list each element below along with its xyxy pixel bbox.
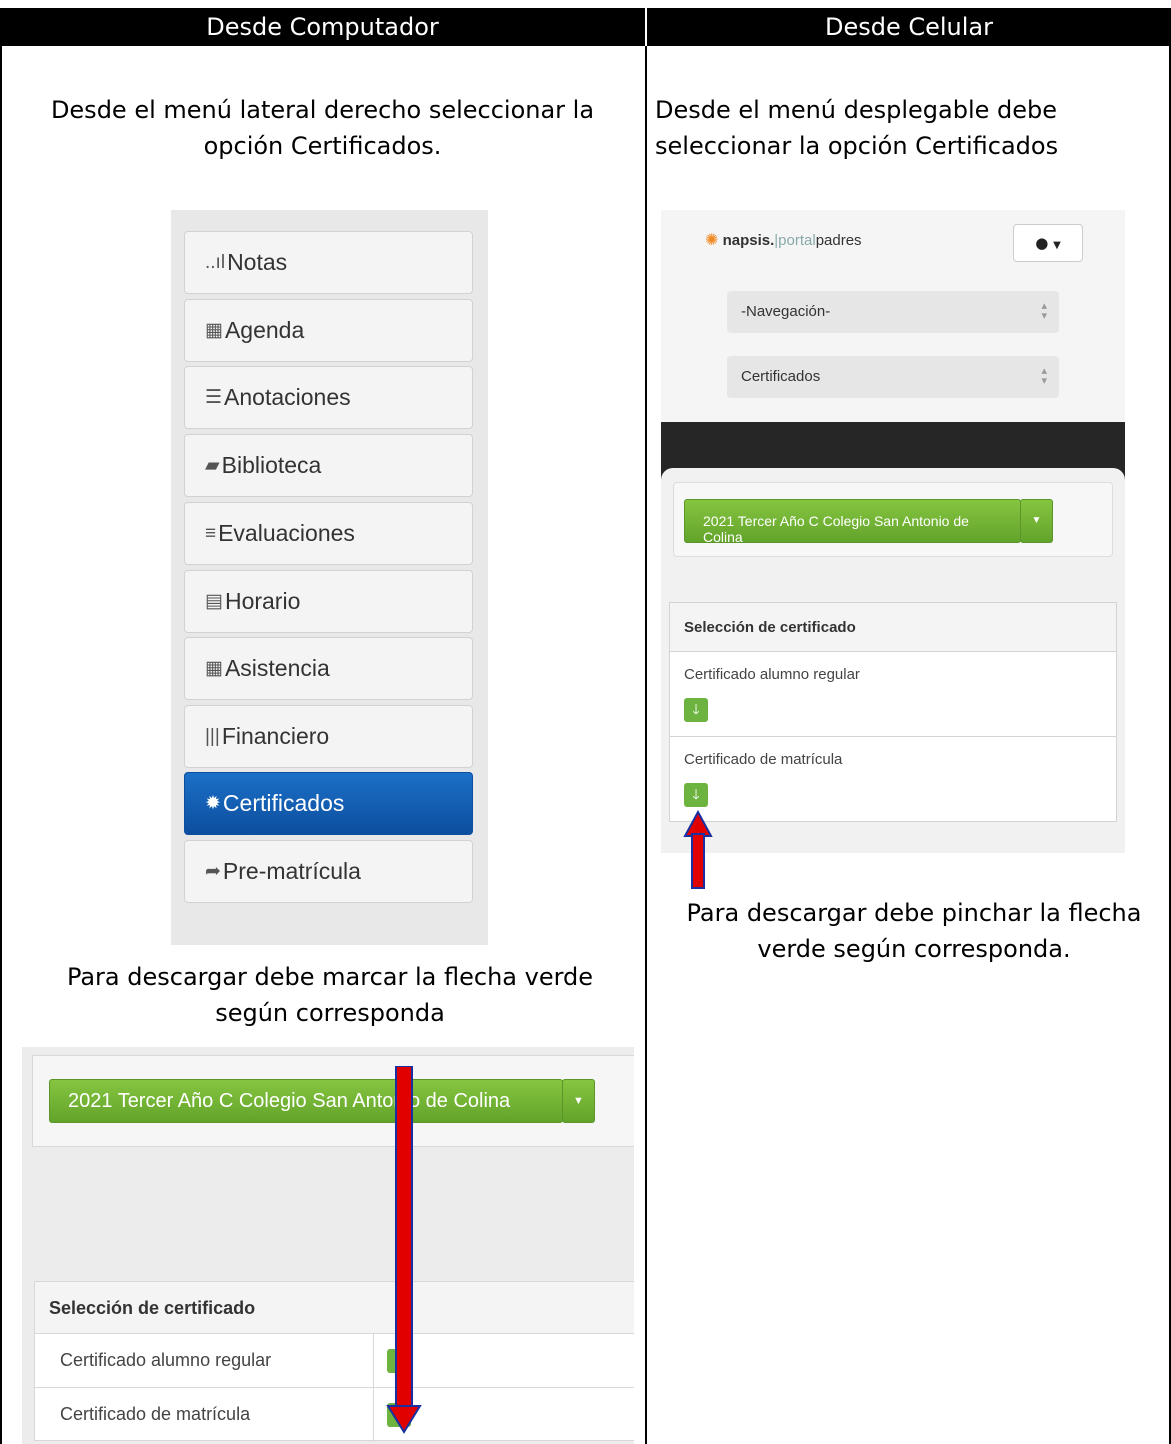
sun-logo-icon: ✺ bbox=[705, 232, 719, 249]
download-arrow-button[interactable]: 🡓 bbox=[684, 698, 708, 722]
table-header: Selección de certificado bbox=[670, 603, 1116, 652]
select-value: Certificados bbox=[741, 368, 821, 385]
section-select[interactable]: Certificados ▴ ▾ bbox=[727, 356, 1059, 398]
menu-item-biblioteca[interactable]: ▰ Biblioteca bbox=[184, 434, 473, 497]
menu-item-label: Certificados bbox=[222, 790, 345, 816]
certificate-name: Certificado de matrícula bbox=[60, 1404, 251, 1424]
red-arrow-up bbox=[683, 810, 713, 889]
select-value: -Navegación- bbox=[741, 303, 831, 320]
caret-down-icon: ▼ bbox=[1031, 515, 1042, 526]
menu-item-evaluaciones[interactable]: ≡ Evaluaciones bbox=[184, 502, 473, 565]
caret-down-icon: ▼ bbox=[1053, 240, 1061, 251]
column-header-mobile: Desde Celular bbox=[647, 8, 1171, 46]
certificate-table: Selección de certificado Certificado alu… bbox=[34, 1281, 634, 1442]
menu-item-agenda[interactable]: ▦ Agenda bbox=[184, 299, 473, 362]
table-row: Certificado alumno regular bbox=[35, 1334, 634, 1388]
menu-item-asistencia[interactable]: ▦ Asistencia bbox=[184, 637, 473, 700]
menu-item-label: Notas bbox=[227, 249, 288, 275]
list-icon: ☰ bbox=[205, 387, 223, 408]
menu-item-label: Pre-matrícula bbox=[222, 858, 361, 884]
column-header-computer: Desde Computador bbox=[0, 8, 645, 46]
menu-item-label: Evaluaciones bbox=[218, 520, 355, 546]
mobile-content-card: 2021 Tercer Año C Colegio San Antonio de… bbox=[661, 468, 1125, 853]
sidebar-menu-screenshot: ..ıl Notas ▦ Agenda ☰ Anotaciones ▰ Bibl… bbox=[171, 210, 488, 945]
computer-instruction-download: Para descargar debe marcar la flecha ver… bbox=[66, 963, 594, 1027]
mobile-header: ✺ napsis.|portalpadres ● ▼ -Navegación- … bbox=[661, 210, 1125, 422]
user-menu-button[interactable]: ● ▼ bbox=[1013, 224, 1083, 262]
certificate-name: Certificado de matrícula bbox=[684, 751, 843, 768]
menu-item-label: Anotaciones bbox=[224, 384, 351, 410]
signal-bars-icon: ..ıl bbox=[205, 251, 226, 273]
desktop-certificates-screenshot: 2021 Tercer Año C Colegio San Antonio de… bbox=[22, 1047, 634, 1444]
course-button-label: 2021 Tercer Año C Colegio San Antonio de… bbox=[703, 513, 969, 545]
instruction-table: Desde Computador Desde Celular Desde el … bbox=[0, 0, 1171, 1444]
course-dropdown-toggle[interactable]: ▼ bbox=[1020, 499, 1053, 543]
menu-item-financiero[interactable]: ||| Financiero bbox=[184, 705, 473, 768]
napsis-logo: ✺ napsis.|portalpadres bbox=[705, 232, 862, 249]
caret-down-icon: ▼ bbox=[573, 1095, 584, 1107]
menu-item-anotaciones[interactable]: ☰ Anotaciones bbox=[184, 366, 473, 429]
menu-item-horario[interactable]: ▤ Horario bbox=[184, 570, 473, 633]
list-lines-icon: ≡ bbox=[205, 522, 217, 544]
menu-item-label: Asistencia bbox=[224, 655, 330, 681]
schedule-icon: ▤ bbox=[205, 591, 223, 612]
menu-item-label: Agenda bbox=[224, 317, 305, 343]
column-separator bbox=[373, 1334, 374, 1442]
user-icon: ● bbox=[1035, 234, 1049, 252]
menu-item-label: Horario bbox=[224, 588, 301, 614]
table-column-divider bbox=[645, 46, 647, 1444]
share-arrow-icon: ➦ bbox=[205, 861, 221, 882]
table-row: Certificado de matrícula bbox=[35, 1388, 634, 1442]
red-arrow-down bbox=[386, 1066, 422, 1434]
select-arrows-icon: ▴ ▾ bbox=[1041, 300, 1047, 322]
table-row: Certificado de matrícula 🡓 bbox=[670, 737, 1116, 822]
menu-item-label: Biblioteca bbox=[221, 452, 322, 478]
book-icon: ▰ bbox=[205, 455, 220, 476]
download-arrow-button[interactable]: 🡓 bbox=[684, 783, 708, 807]
calendar-icon: ▦ bbox=[205, 658, 223, 679]
navigation-select[interactable]: -Navegación- ▴ ▾ bbox=[727, 291, 1059, 333]
menu-item-label: Financiero bbox=[221, 723, 330, 749]
table-header: Selección de certificado bbox=[35, 1282, 634, 1334]
course-button-label: 2021 Tercer Año C Colegio San Antonio de… bbox=[68, 1090, 511, 1112]
certificate-name: Certificado alumno regular bbox=[684, 666, 860, 683]
course-selector-bar: 2021 Tercer Año C Colegio San Antonio de… bbox=[673, 482, 1113, 557]
barcode-icon: ||| bbox=[205, 725, 220, 747]
table-row: Certificado alumno regular 🡓 bbox=[670, 652, 1116, 737]
table-border-left bbox=[0, 46, 2, 1444]
certificate-table: Selección de certificado Certificado alu… bbox=[669, 602, 1117, 822]
menu-item-notas[interactable]: ..ıl Notas bbox=[184, 231, 473, 294]
certificate-icon: ✹ bbox=[205, 793, 221, 814]
course-button[interactable]: 2021 Tercer Año C Colegio San Antonio de… bbox=[684, 499, 1021, 545]
computer-instruction-menu: Desde el menú lateral derecho selecciona… bbox=[50, 96, 595, 160]
grid-icon: ▦ bbox=[205, 320, 223, 341]
course-dropdown-toggle[interactable]: ▼ bbox=[562, 1079, 595, 1123]
course-selector-bar: 2021 Tercer Año C Colegio San Antonio de… bbox=[32, 1055, 634, 1147]
mobile-instruction-menu: Desde el menú desplegable debe seleccion… bbox=[655, 96, 1059, 160]
mobile-screenshot: ✺ napsis.|portalpadres ● ▼ -Navegación- … bbox=[661, 210, 1125, 853]
menu-item-certificados[interactable]: ✹ Certificados bbox=[184, 772, 473, 835]
menu-item-prematricula[interactable]: ➦ Pre-matrícula bbox=[184, 840, 473, 903]
mobile-instruction-download: Para descargar debe pinchar la flecha ve… bbox=[686, 899, 1142, 963]
select-arrows-icon: ▴ ▾ bbox=[1041, 365, 1047, 387]
certificate-name: Certificado alumno regular bbox=[60, 1350, 272, 1370]
course-button[interactable]: 2021 Tercer Año C Colegio San Antonio de… bbox=[49, 1079, 563, 1123]
